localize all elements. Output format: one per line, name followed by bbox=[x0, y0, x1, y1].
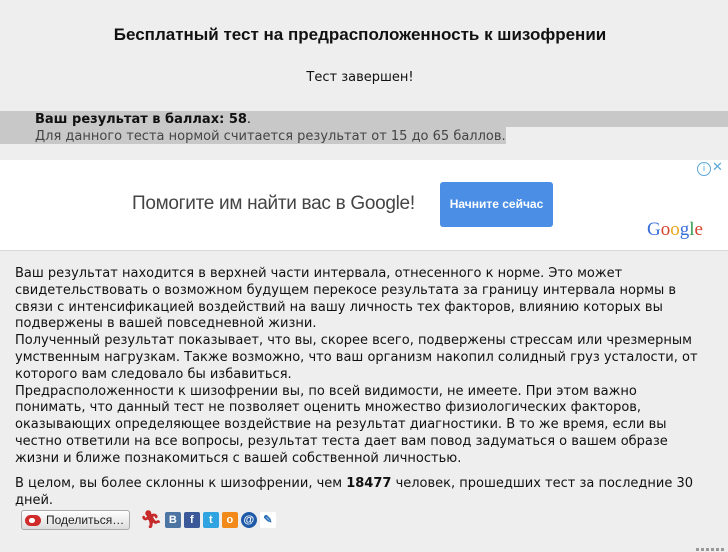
share-button[interactable]: Поделиться… bbox=[21, 510, 131, 530]
livejournal-icon[interactable]: ✎ bbox=[259, 512, 276, 528]
corner-grip-icon bbox=[696, 548, 724, 551]
ad-close-icon[interactable]: ✕ bbox=[712, 160, 723, 175]
summary-text: В целом, вы более склонны к шизофрении, … bbox=[15, 476, 693, 508]
twitter-icon[interactable]: t bbox=[202, 512, 219, 528]
mail-icon[interactable]: @ bbox=[240, 512, 257, 528]
result-value: 58 bbox=[228, 112, 247, 127]
ad-start-button[interactable]: Начните сейчас bbox=[440, 182, 553, 227]
page-title: Бесплатный тест на предрасположенность к… bbox=[113, 25, 607, 44]
summary-count: 18477 bbox=[346, 476, 392, 491]
runner-icon[interactable]: 🏃︎ bbox=[140, 512, 162, 529]
ad-text[interactable]: Помогите им найти вас в Google! bbox=[132, 193, 415, 215]
odnoklassniki-icon[interactable]: о bbox=[221, 512, 238, 528]
share-button-label: Поделиться… bbox=[46, 513, 125, 527]
adchoices-icon[interactable]: i bbox=[697, 162, 711, 176]
facebook-icon[interactable]: f bbox=[183, 512, 200, 528]
test-status: Тест завершен! bbox=[306, 70, 414, 85]
result-label: Ваш результат в баллах: bbox=[35, 112, 225, 127]
description-paragraph: Полученный результат показывает, что вы,… bbox=[15, 333, 698, 382]
vk-icon[interactable]: В bbox=[164, 512, 181, 528]
result-score: Ваш результат в баллах: 58. bbox=[35, 112, 252, 127]
result-description: Ваш результат находится в верхней части … bbox=[15, 266, 705, 468]
description-paragraph: Предрасположенности к шизофрении вы, по … bbox=[15, 383, 668, 466]
description-paragraph: Ваш результат находится в верхней части … bbox=[15, 266, 677, 332]
google-logo: Google bbox=[647, 219, 703, 240]
share-icon bbox=[25, 514, 41, 526]
share-bar: Поделиться… 🏃︎ В f t о @ ✎ bbox=[21, 510, 276, 530]
result-norm: Для данного теста нормой считается резул… bbox=[35, 129, 506, 144]
